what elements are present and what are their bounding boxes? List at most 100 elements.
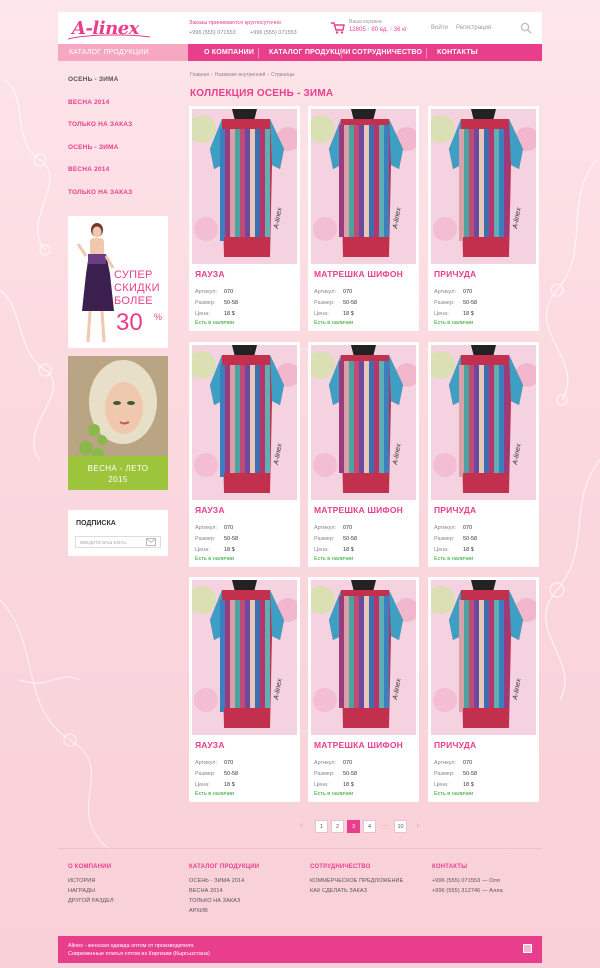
product-article-label: Артикул: (314, 760, 337, 766)
product-size-label: Размер: (434, 300, 455, 306)
product-card[interactable]: A-linex ЯАУЗА Артикул: 070 Размер: 50-58 Цена:… (189, 106, 300, 331)
product-image[interactable]: A-linex (311, 109, 416, 264)
product-size-row: Размер: 50-58 (314, 536, 357, 542)
product-name[interactable]: МАТРЕШКА ШИФОН (314, 740, 403, 750)
product-size-row: Размер: 50-58 (434, 300, 477, 306)
product-size-value: 50-58 (224, 771, 239, 777)
product-price-value: 18 $ (224, 782, 235, 788)
sidebar-item-spring[interactable]: ВЕСНА 2014 (68, 160, 168, 183)
footer-copyright: Alinex - женская одежда оптом от произво… (68, 942, 210, 958)
cart-summary[interactable]: 12805/80 ед./36 кг (349, 27, 407, 33)
product-name[interactable]: МАТРЕШКА ШИФОН (314, 269, 403, 279)
page-link[interactable]: 10 (394, 820, 407, 833)
product-size-label: Размер: (195, 536, 216, 542)
footer-link[interactable]: ТОЛЬКО НА ЗАКАЗ (189, 896, 259, 906)
product-card[interactable]: A-linex МАТРЕШКА ШИФОН Артикул: 070 Размер: 5… (308, 106, 419, 331)
login-link[interactable]: Войти (431, 25, 448, 31)
product-image[interactable]: A-linex (431, 109, 536, 264)
product-image[interactable]: A-linex (431, 580, 536, 735)
breadcrumb-home[interactable]: Главная (190, 72, 209, 78)
product-card[interactable]: A-linex МАТРЕШКА ШИФОН Артикул: 070 Размер: 5… (308, 577, 419, 802)
product-price-row: Цена: 18 $ (434, 547, 474, 553)
cart-icon[interactable] (331, 22, 345, 34)
search-icon[interactable] (520, 22, 532, 34)
page-link[interactable]: 2 (331, 820, 344, 833)
page-link[interactable]: 1 (315, 820, 328, 833)
register-link[interactable]: Регистрация (456, 25, 491, 31)
product-card[interactable]: A-linex ЯАУЗА Артикул: 070 Размер: 50-58 Цена:… (189, 342, 300, 567)
product-size-label: Размер: (434, 536, 455, 542)
product-image[interactable]: A-linex (311, 345, 416, 500)
footer-link[interactable]: ВЕСНА 2014 (189, 886, 259, 896)
spring-summer-banner[interactable]: ВЕСНА - ЛЕТО 2015 (68, 356, 168, 490)
product-name[interactable]: ПРИЧУДА (434, 505, 476, 515)
scroll-top-button[interactable] (523, 944, 532, 953)
product-name[interactable]: ПРИЧУДА (434, 740, 476, 750)
product-image[interactable]: A-linex (431, 345, 536, 500)
prev-page-arrow-icon[interactable]: ‹ (300, 820, 308, 833)
main-nav: КАТАЛОГ ПРОДУКЦИИ О КОМПАНИИ КАТАЛОГ ПРО… (58, 44, 542, 61)
product-image[interactable]: A-linex (192, 580, 297, 735)
footer-link[interactable]: ОСЕНЬ - ЗИМА 2014 (189, 876, 259, 886)
nav-item-catalog[interactable]: КАТАЛОГ ПРОДУКЦИИ (269, 49, 350, 56)
product-size-row: Размер: 50-58 (195, 300, 238, 306)
nav-item-about[interactable]: О КОМПАНИИ (204, 49, 254, 56)
product-article-value: 070 (224, 289, 234, 295)
footer-link[interactable]: НАГРАДЫ (68, 886, 114, 896)
product-name[interactable]: ЯАУЗА (195, 269, 225, 279)
sale-percent-sign: % (154, 312, 163, 322)
sale-banner[interactable]: СУПЕР СКИДКИ БОЛЕЕ 30 % (68, 216, 168, 348)
footer-link[interactable]: КОММЕРЧЕСКОЕ ПРЕДЛОЖЕНИЕ (310, 876, 403, 886)
sidebar-item-custom-order[interactable]: ТОЛЬКО НА ЗАКАЗ (68, 183, 168, 206)
sidebar-item-autumn-winter[interactable]: ОСЕНЬ - ЗИМА (68, 138, 168, 161)
footer-bottom-bar: Alinex - женская одежда оптом от произво… (58, 936, 542, 963)
sidebar-item-spring[interactable]: ВЕСНА 2014 (68, 93, 168, 116)
product-price-label: Цена: (195, 547, 210, 553)
footer-tagline-2: Современные платья оптом из Киргизии (Кы… (68, 951, 210, 957)
footer-link[interactable]: АРХИВ (189, 906, 259, 916)
nav-item-contacts[interactable]: КОНТАКТЫ (437, 49, 478, 56)
product-image[interactable]: A-linex (192, 345, 297, 500)
product-name[interactable]: МАТРЕШКА ШИФОН (314, 505, 403, 515)
product-name[interactable]: ЯАУЗА (195, 505, 225, 515)
next-page-arrow-icon[interactable]: › (416, 820, 424, 833)
footer-link[interactable]: ИСТОРИЯ (68, 876, 114, 886)
product-card[interactable]: A-linex ЯАУЗА Артикул: 070 Размер: 50-58 Цена:… (189, 577, 300, 802)
product-image[interactable]: A-linex (311, 580, 416, 735)
nav-divider (258, 48, 259, 58)
stock-status: Есть в наличии (434, 320, 474, 326)
footer-col-catalog: КАТАЛОГ ПРОДУКЦИИ ОСЕНЬ - ЗИМА 2014 ВЕСН… (189, 864, 259, 916)
product-card[interactable]: A-linex МАТРЕШКА ШИФОН Артикул: 070 Размер: 5… (308, 342, 419, 567)
stock-status: Есть в наличии (434, 556, 474, 562)
header-phone-2: +996 (555) 071553 (250, 30, 297, 36)
stock-status: Есть в наличии (195, 556, 235, 562)
page-link[interactable]: 4 (363, 820, 376, 833)
sidebar-item-custom-order[interactable]: ТОЛЬКО НА ЗАКАЗ (68, 115, 168, 138)
footer-heading: О КОМПАНИИ (68, 864, 112, 870)
product-name[interactable]: ЯАУЗА (195, 740, 225, 750)
site-header: A-linex Заказы принимаются круглосуточно… (58, 12, 542, 44)
product-card[interactable]: A-linex ПРИЧУДА Артикул: 070 Размер: 50-58 Цен… (428, 106, 539, 331)
product-card[interactable]: A-linex ПРИЧУДА Артикул: 070 Размер: 50-58 Цен… (428, 577, 539, 802)
product-name[interactable]: ПРИЧУДА (434, 269, 476, 279)
product-card[interactable]: A-linex ПРИЧУДА Артикул: 070 Размер: 50-58 Цен… (428, 342, 539, 567)
product-price-value: 18 $ (463, 782, 474, 788)
product-price-row: Цена: 18 $ (314, 782, 354, 788)
breadcrumb-section[interactable]: Название внутренней (215, 72, 266, 78)
cart-qty: 80 ед. (371, 27, 389, 33)
footer-link[interactable]: ДРУГОЙ РАЗДЕЛ (68, 896, 114, 906)
product-article-label: Артикул: (195, 525, 218, 531)
mail-icon[interactable] (146, 538, 156, 546)
product-price-label: Цена: (314, 547, 329, 553)
product-size-label: Размер: (314, 300, 335, 306)
nav-item-cooperation[interactable]: СОТРУДНИЧЕСТВО (352, 49, 422, 56)
product-price-value: 18 $ (463, 547, 474, 553)
floral-decoration-left (0, 79, 55, 461)
product-size-value: 50-58 (463, 536, 478, 542)
nav-catalog-button[interactable]: КАТАЛОГ ПРОДУКЦИИ (58, 44, 188, 61)
page-link-current[interactable]: 3 (347, 820, 360, 833)
product-size-row: Размер: 50-58 (434, 536, 477, 542)
footer-link[interactable]: КАК СДЕЛАТЬ ЗАКАЗ (310, 886, 403, 896)
sidebar-item-autumn-winter[interactable]: ОСЕНЬ - ЗИМА (68, 70, 168, 93)
product-image[interactable]: A-linex (192, 109, 297, 264)
